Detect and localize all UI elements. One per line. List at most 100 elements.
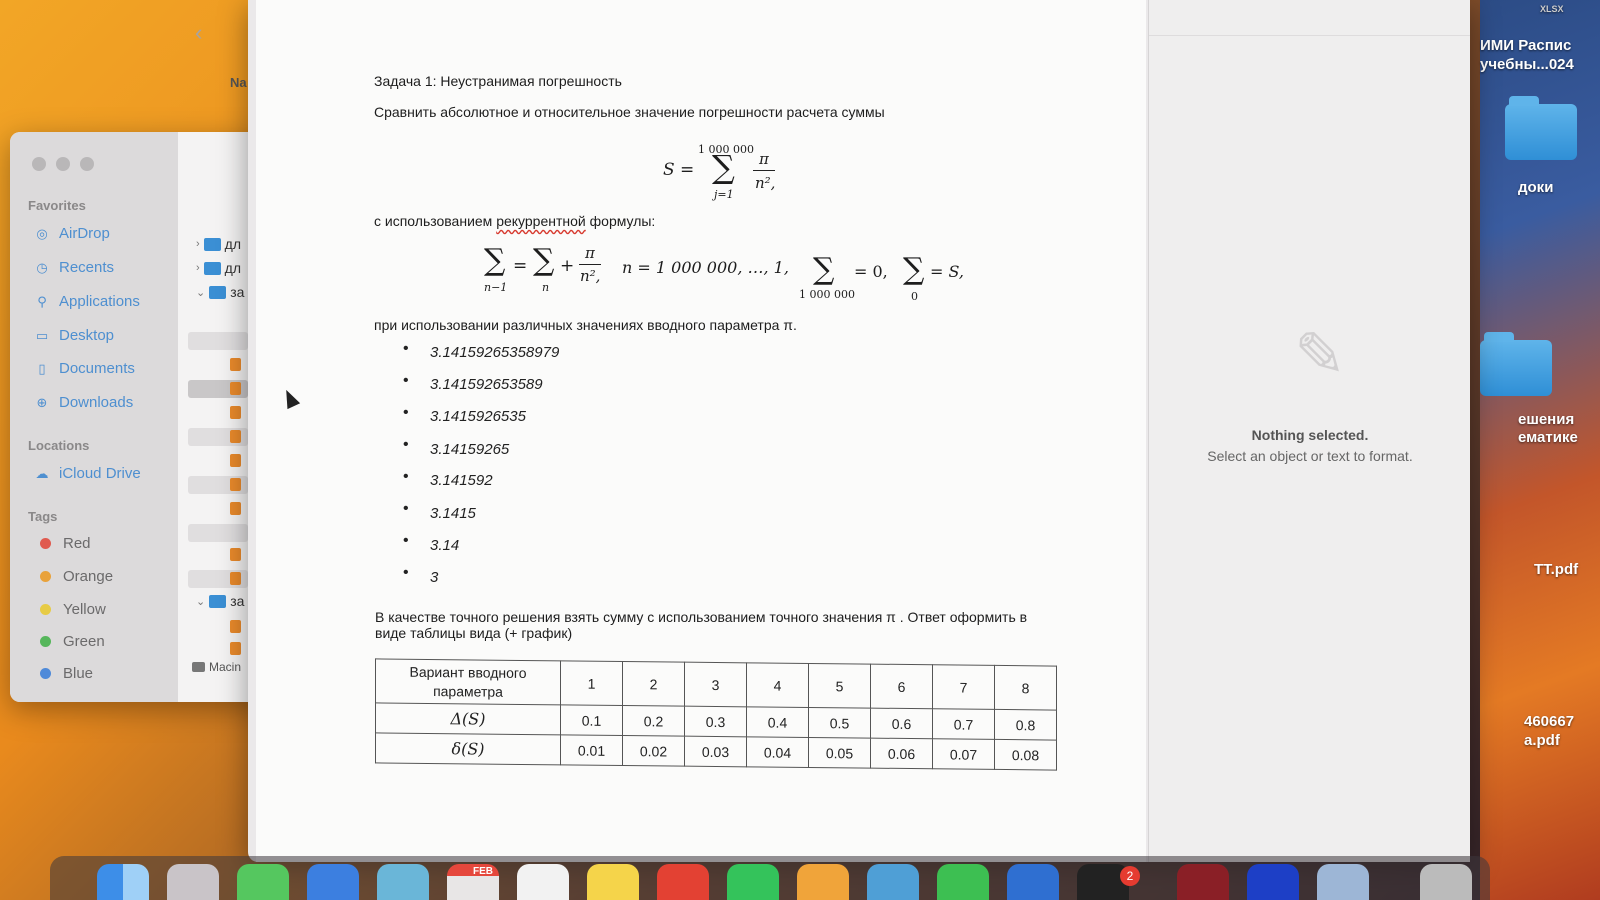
mail-app-icon[interactable] bbox=[307, 864, 359, 900]
bullet-icon: • bbox=[403, 436, 409, 453]
folder-icon bbox=[203, 261, 221, 275]
recurrent-numerator: π bbox=[585, 244, 595, 262]
sidebar-tag-blue[interactable]: Blue bbox=[40, 665, 93, 682]
table-header-cell: 2 bbox=[622, 661, 685, 707]
tags-heading: Tags bbox=[28, 509, 58, 524]
sidebar-item-documents[interactable]: ▯ Documents bbox=[34, 360, 134, 377]
results-table: Вариант вводного параметра 1 2 3 4 5 6 7… bbox=[375, 658, 1057, 771]
table-cell: 0.1 bbox=[560, 704, 623, 736]
app-icon[interactable] bbox=[1317, 864, 1369, 900]
sidebar-item-recents[interactable]: ◷ Recents bbox=[34, 259, 114, 276]
desktop-file-label[interactable]: ИМИ Распис bbox=[1480, 36, 1571, 55]
chevron-down-icon[interactable]: ⌄ bbox=[196, 595, 205, 608]
favorites-heading: Favorites bbox=[28, 198, 86, 213]
preview-app-icon[interactable] bbox=[867, 864, 919, 900]
finder-sidebar: Favorites ◎ AirDrop ◷ Recents ⚲ Applicat… bbox=[10, 132, 178, 702]
task-intro: Сравнить абсолютное и относительное знач… bbox=[374, 104, 885, 120]
reminders-app-icon[interactable] bbox=[517, 864, 569, 900]
document-icon: ▯ bbox=[38, 360, 46, 376]
launchpad-app-icon[interactable] bbox=[167, 864, 219, 900]
sidebar-tag-red[interactable]: Red bbox=[40, 535, 91, 552]
desktop-folder-label[interactable]: ематике bbox=[1518, 428, 1578, 447]
app-icon[interactable] bbox=[1177, 864, 1229, 900]
download-icon: ⊕ bbox=[36, 394, 48, 410]
bullet-icon: • bbox=[403, 404, 409, 421]
list-item[interactable]: › дл bbox=[196, 260, 241, 276]
list-item[interactable] bbox=[188, 524, 248, 542]
close-window-button[interactable] bbox=[32, 157, 46, 171]
name-column-header[interactable]: Na bbox=[230, 75, 247, 90]
list-item[interactable]: ⌄ за bbox=[196, 593, 244, 609]
chrome-app-icon[interactable] bbox=[657, 864, 709, 900]
list-item: 3.1415 bbox=[430, 505, 476, 522]
bullet-icon: • bbox=[403, 532, 409, 549]
recurrent-plus: + bbox=[560, 256, 575, 276]
folder-icon bbox=[209, 594, 227, 608]
table-header-cell: 5 bbox=[808, 663, 871, 709]
table-cell: 0.6 bbox=[870, 708, 933, 739]
folder-name: за bbox=[230, 593, 245, 609]
desktop-folder-icon[interactable] bbox=[1505, 96, 1577, 160]
maps-app-icon[interactable] bbox=[377, 864, 429, 900]
sidebar-item-downloads[interactable]: ⊕ Downloads bbox=[34, 394, 134, 411]
list-item: 3.14 bbox=[430, 537, 460, 554]
sidebar-tag-yellow[interactable]: Yellow bbox=[40, 601, 106, 618]
notes-app-icon[interactable] bbox=[587, 864, 639, 900]
table-cell: 0.08 bbox=[994, 739, 1057, 771]
sidebar-tag-label: Green bbox=[63, 633, 105, 650]
chevron-right-icon[interactable]: › bbox=[196, 238, 200, 250]
recurrent-eq: = bbox=[513, 256, 528, 276]
file-icon bbox=[230, 382, 241, 395]
sidebar-tag-green[interactable]: Green bbox=[40, 633, 105, 650]
sidebar-item-applications[interactable]: ⚲ Applications bbox=[34, 293, 140, 310]
finder-path-bar[interactable]: Macin bbox=[192, 660, 241, 674]
brush-icon: ✎ bbox=[1294, 321, 1346, 390]
desktop-folder-icon[interactable] bbox=[1480, 332, 1552, 396]
desktop-file-label-2[interactable]: учебны...024 bbox=[1480, 55, 1574, 74]
orange-tag-dot bbox=[40, 571, 51, 582]
table-header-row: Вариант вводного параметра 1 2 3 4 5 6 7… bbox=[375, 658, 1057, 711]
sidebar-item-icloud-drive[interactable]: ☁ iCloud Drive bbox=[34, 465, 141, 482]
sidebar-item-label: Recents bbox=[59, 259, 115, 276]
sidebar-item-airdrop[interactable]: ◎ AirDrop bbox=[34, 225, 110, 242]
path-bar-label: Macin bbox=[209, 660, 242, 674]
desktop-file-label[interactable]: 460667 bbox=[1524, 712, 1574, 731]
table-cell: 0.8 bbox=[994, 709, 1057, 741]
desktop-folder-label[interactable]: доки bbox=[1518, 178, 1553, 197]
desktop-file-label[interactable]: ТТ.pdf bbox=[1534, 560, 1578, 579]
desktop-file-label[interactable]: a.pdf bbox=[1524, 731, 1560, 750]
chevron-down-icon[interactable]: ⌄ bbox=[196, 286, 205, 299]
sidebar-item-label: Downloads bbox=[59, 394, 134, 411]
list-item: 3.141592 bbox=[430, 472, 493, 489]
sidebar-tag-orange[interactable]: Orange bbox=[40, 568, 113, 585]
xcode-app-icon[interactable] bbox=[1007, 864, 1059, 900]
pages-app-icon[interactable] bbox=[797, 864, 849, 900]
list-item[interactable] bbox=[188, 332, 248, 350]
whatsapp-app-icon[interactable] bbox=[727, 864, 779, 900]
yellow-tag-dot bbox=[40, 604, 51, 615]
list-item[interactable]: ⌄ за bbox=[196, 284, 244, 300]
table-header-cell: 3 bbox=[684, 662, 747, 707]
chevron-right-icon[interactable]: › bbox=[196, 262, 200, 274]
trash-app-icon[interactable] bbox=[1420, 864, 1472, 900]
blue-tag-dot bbox=[40, 668, 51, 679]
table-cell: 0.3 bbox=[684, 706, 747, 737]
messages-app-icon[interactable] bbox=[237, 864, 289, 900]
table-header-cell: 7 bbox=[932, 664, 995, 710]
file-icon bbox=[230, 642, 241, 655]
file-icon bbox=[230, 430, 241, 443]
app-icon[interactable] bbox=[1247, 864, 1299, 900]
numbers-app-icon[interactable] bbox=[937, 864, 989, 900]
list-item[interactable]: › дл bbox=[196, 236, 241, 252]
sidebar-item-desktop[interactable]: ▭ Desktop bbox=[34, 327, 114, 344]
desktop-folder-label[interactable]: ешения bbox=[1518, 410, 1574, 429]
recurrent-denominator: n², bbox=[580, 267, 601, 285]
green-tag-dot bbox=[40, 636, 51, 647]
desktop-file-xlsx-tag: XLSX bbox=[1540, 4, 1564, 14]
bullet-icon: • bbox=[403, 500, 409, 517]
file-icon bbox=[230, 454, 241, 467]
zoom-window-button[interactable] bbox=[80, 157, 94, 171]
minimize-window-button[interactable] bbox=[56, 157, 70, 171]
finder-app-icon[interactable] bbox=[97, 864, 149, 900]
back-chevron-icon[interactable]: ‹ bbox=[195, 20, 202, 46]
